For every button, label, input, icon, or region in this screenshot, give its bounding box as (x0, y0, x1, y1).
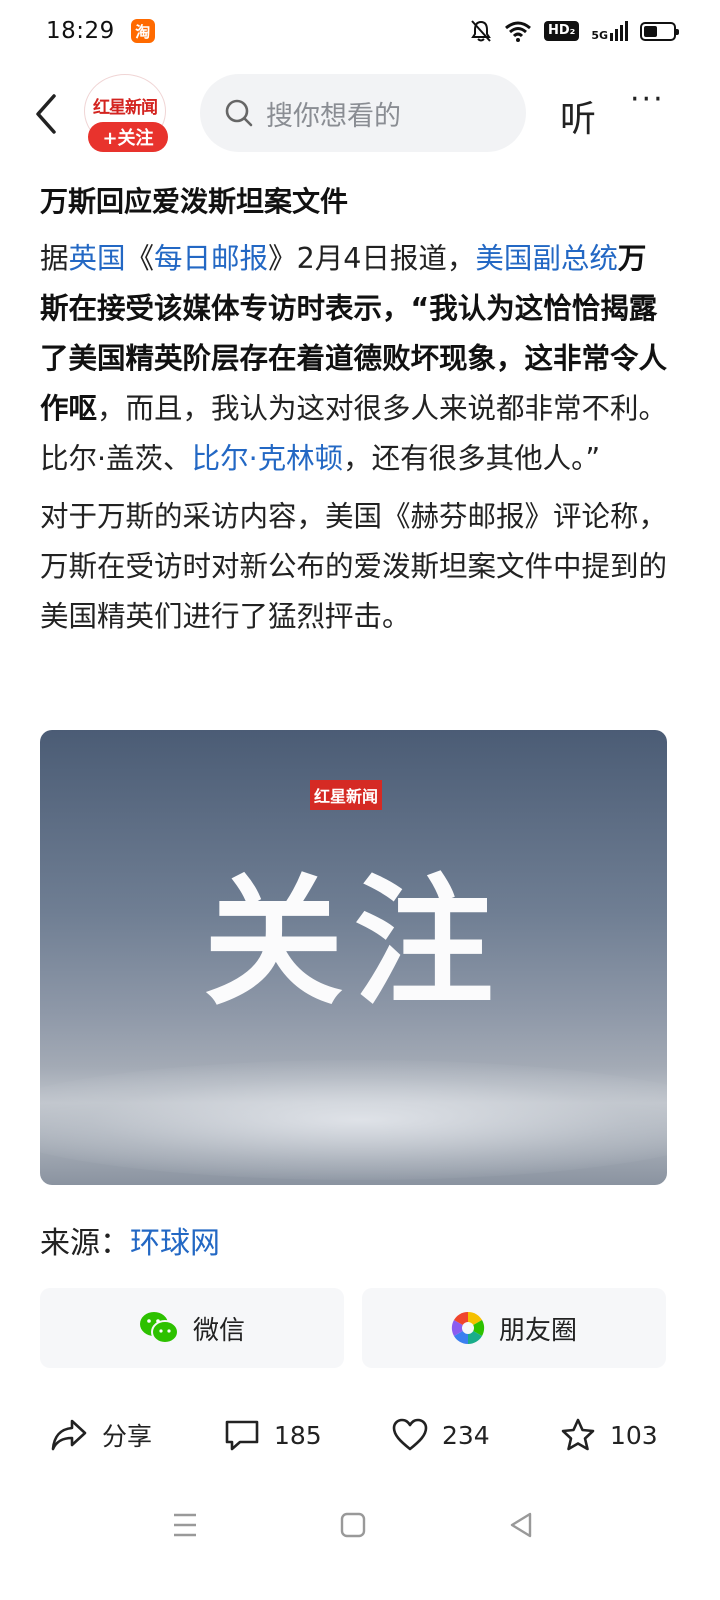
heart-icon (392, 1418, 428, 1451)
favorite-action-button[interactable]: 103 (560, 1418, 658, 1452)
share-moments-label: 朋友圈 (498, 1315, 577, 1346)
mute-bell-icon (471, 20, 491, 42)
text: 《 (125, 242, 155, 275)
article-source: 来源：环球网 (40, 1218, 220, 1262)
wifi-icon (504, 21, 531, 42)
article-headline: 万斯回应爱泼斯坦案文件 (40, 185, 349, 218)
status-time: 18:29 (46, 18, 115, 44)
back-triangle-icon[interactable] (508, 1510, 534, 1540)
source-label: 来源： (40, 1226, 130, 1261)
action-bar: 分享 185 234 103 (0, 1404, 720, 1466)
more-button[interactable]: ··· (630, 82, 665, 117)
share-moments-button[interactable]: 朋友圈 (362, 1288, 666, 1368)
text: 据 (40, 242, 69, 275)
status-bar: 18:29 淘 HD₂ 5G (0, 0, 720, 62)
source-link[interactable]: 环球网 (130, 1226, 220, 1261)
comment-count: 185 (274, 1420, 322, 1450)
network-type-label: 5G (591, 29, 608, 42)
search-input[interactable]: 搜你想看的 (200, 74, 526, 152)
article-paragraph-2: 对于万斯的采访内容，美国《赫芬邮报》评论称，万斯在受访时对新公布的爱泼斯坦案文件… (40, 500, 668, 633)
text: 》2月4日报道， (268, 242, 476, 275)
link-uk[interactable]: 英国 (69, 242, 126, 275)
share-wechat-label: 微信 (192, 1315, 245, 1346)
battery-icon (640, 21, 679, 41)
link-daily-mail[interactable]: 每日邮报 (154, 242, 268, 275)
menu-icon[interactable] (172, 1510, 198, 1540)
moments-icon (451, 1311, 485, 1345)
article-paragraph-1: 据英国《每日邮报》2月4日报道，美国副总统万斯在接受该媒体专访时表示，“我认为这… (40, 234, 670, 484)
listen-button[interactable]: 听 (560, 90, 596, 142)
search-placeholder: 搜你想看的 (266, 100, 401, 132)
image-big-text: 关注 (203, 862, 504, 1025)
comment-icon (225, 1420, 259, 1451)
signal-icon: 5G (591, 21, 628, 41)
share-wechat-button[interactable]: 微信 (40, 1288, 344, 1368)
favorite-count: 103 (610, 1420, 658, 1450)
link-us-vice-president[interactable]: 美国副总统 (475, 242, 618, 275)
text: ，还有很多其他人。” (343, 442, 601, 475)
status-icons: HD₂ 5G (470, 19, 679, 43)
hd-voice-icon: HD₂ (543, 21, 580, 41)
star-icon (561, 1418, 595, 1451)
article-screen: 18:29 淘 HD₂ 5G 红星新闻 +关注 搜你想看的 听 ··· 万斯回应… (0, 0, 720, 1600)
comment-action-button[interactable]: 185 (224, 1418, 322, 1452)
taobao-notification-icon: 淘 (130, 19, 155, 43)
like-count: 234 (442, 1420, 490, 1450)
top-nav: 红星新闻 +关注 搜你想看的 听 ··· (0, 72, 720, 158)
link-bill-clinton[interactable]: 比尔·克林顿 (192, 442, 344, 475)
image-floor-glow (40, 1060, 667, 1180)
image-logo: 红星新闻 (310, 780, 382, 810)
battery-level (644, 25, 657, 37)
share-arrow-icon (51, 1419, 87, 1451)
home-square-icon[interactable] (340, 1510, 366, 1540)
share-action-button[interactable]: 分享 (50, 1417, 152, 1453)
system-nav-bar (0, 1500, 720, 1560)
share-label: 分享 (102, 1422, 153, 1451)
follow-button[interactable]: +关注 (88, 122, 168, 152)
article-body: 万斯回应爱泼斯坦案文件 据英国《每日邮报》2月4日报道，美国副总统万斯在接受该媒… (40, 180, 670, 642)
search-icon (225, 99, 253, 127)
back-arrow-icon[interactable] (28, 92, 68, 136)
wechat-icon (139, 1312, 179, 1344)
publisher-avatar[interactable]: 红星新闻 +关注 (84, 74, 170, 154)
article-image[interactable]: 红星新闻 关注 (40, 730, 667, 1185)
avatar-logo: 红星新闻 (93, 98, 158, 118)
like-action-button[interactable]: 234 (392, 1418, 490, 1452)
